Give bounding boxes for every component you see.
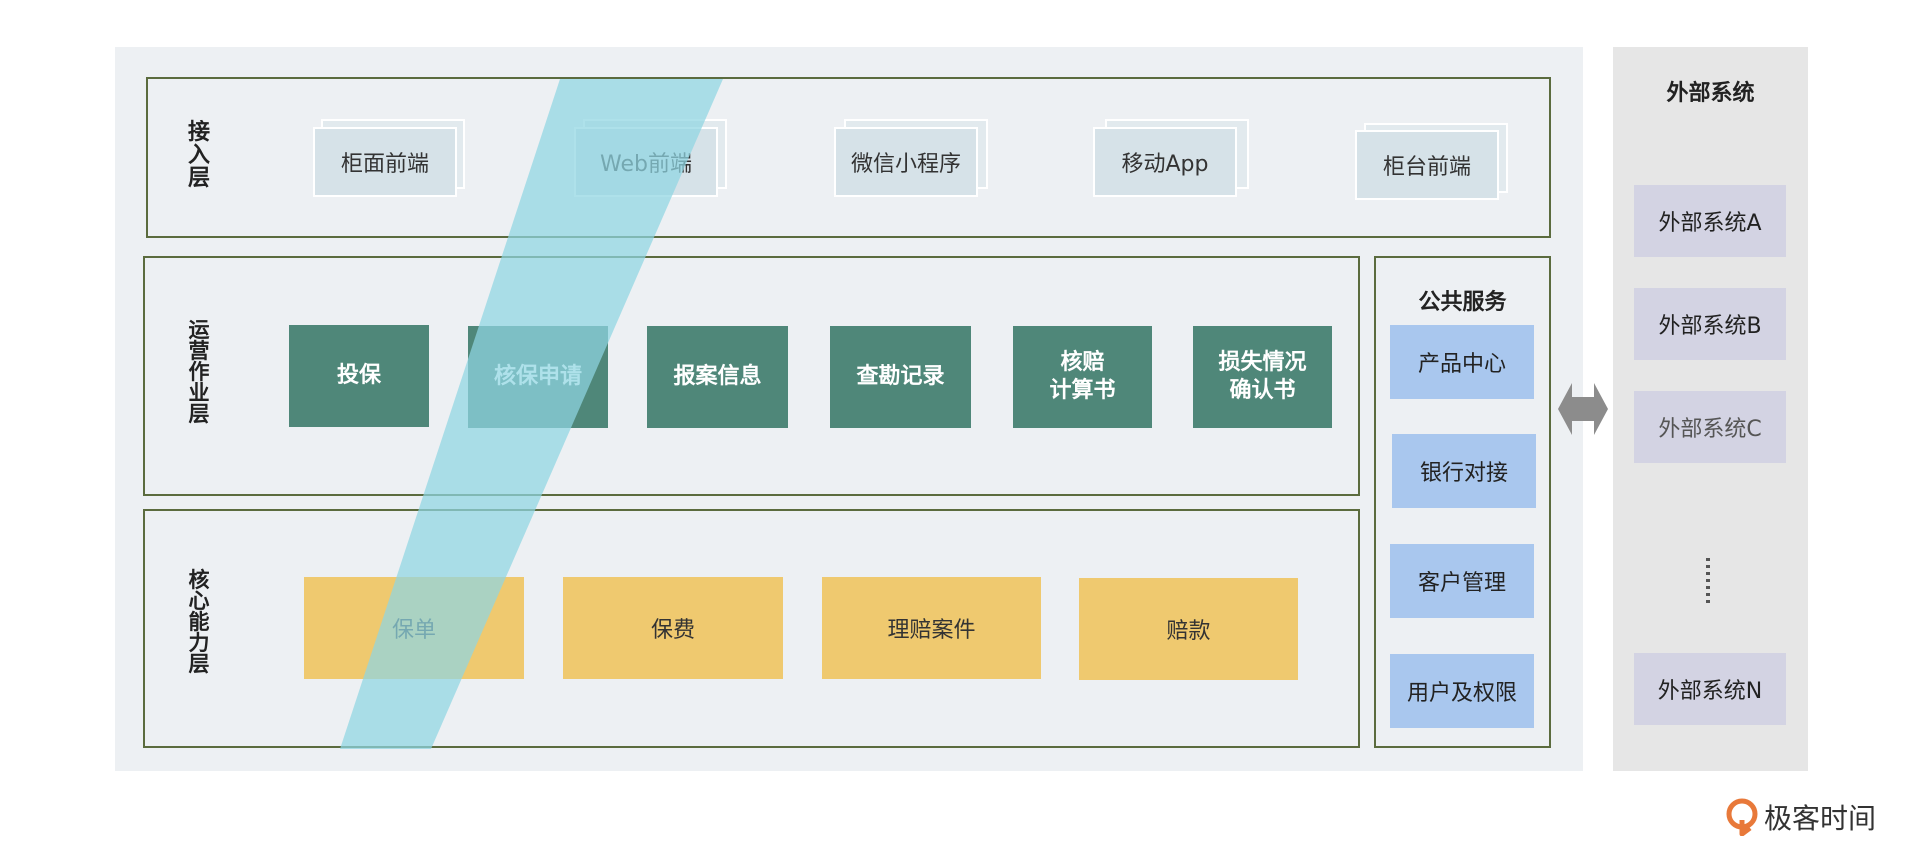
core-item-label: 赔款 [1166, 619, 1211, 644]
core-layer-text: 核心能力层 [188, 568, 210, 676]
ops-item-claim-report[interactable]: 报案信息 [647, 326, 788, 428]
service-label: 银行对接 [1419, 461, 1508, 486]
ops-layer-label: 运营作业层 [184, 320, 214, 425]
service-label: 用户及权限 [1406, 681, 1517, 706]
core-item-label: 保单 [391, 618, 436, 643]
external-system-label: 外部系统B [1658, 314, 1762, 339]
core-item-label: 保费 [650, 618, 695, 643]
external-system-label: 外部系统A [1658, 211, 1762, 236]
service-product-center[interactable]: 产品中心 [1390, 325, 1534, 399]
public-services-title: 公共服务 [1418, 290, 1507, 315]
access-item-web-frontend[interactable]: Web前端 [574, 127, 718, 197]
access-item-label: 柜面前端 [340, 152, 429, 177]
access-item-label: 柜台前端 [1382, 155, 1471, 180]
service-label: 产品中心 [1417, 352, 1506, 377]
access-item-mobile-app[interactable]: 移动App [1093, 127, 1237, 197]
ops-item-survey-record[interactable]: 查勘记录 [830, 326, 971, 428]
external-system-label: 外部系统N [1657, 679, 1763, 704]
ops-item-label: 投保 [336, 363, 381, 388]
access-item-counter-frontend[interactable]: 柜面前端 [313, 127, 457, 197]
external-systems-title: 外部系统 [1666, 81, 1755, 106]
external-system-n[interactable]: 外部系统N [1634, 653, 1786, 725]
ops-item-claim-calculation[interactable]: 核赔 计算书 [1013, 326, 1152, 428]
brand-logo: 极客时间 [1726, 797, 1892, 837]
ops-item-label-line: 损失情况 [1218, 350, 1307, 375]
brand-logo-text: 极客时间 [1764, 802, 1877, 835]
ops-item-label-line: 确认书 [1229, 378, 1296, 403]
ops-item-label: 查勘记录 [856, 364, 945, 389]
service-customer-management[interactable]: 客户管理 [1390, 544, 1534, 618]
core-item-payout[interactable]: 赔款 [1079, 578, 1298, 680]
service-user-permissions[interactable]: 用户及权限 [1390, 654, 1534, 728]
external-system-label: 外部系统C [1658, 417, 1762, 442]
external-system-a[interactable]: 外部系统A [1634, 185, 1786, 257]
ops-item-label-line: 计算书 [1049, 378, 1116, 403]
bidirectional-arrow-icon [1558, 383, 1608, 435]
core-item-premium[interactable]: 保费 [563, 577, 783, 679]
ops-item-label: 报案信息 [673, 364, 762, 389]
core-item-policy[interactable]: 保单 [304, 577, 524, 679]
access-item-label: 微信小程序 [850, 152, 961, 177]
access-item-teller-frontend[interactable]: 柜台前端 [1355, 130, 1499, 200]
ops-item-insure[interactable]: 投保 [289, 325, 429, 427]
ops-layer-text: 运营作业层 [188, 318, 210, 426]
ops-item-underwriting-request[interactable]: 核保申请 [468, 326, 608, 428]
access-layer-label: 接入层 [187, 120, 210, 191]
core-item-claim-case[interactable]: 理赔案件 [822, 577, 1041, 679]
service-bank-integration[interactable]: 银行对接 [1392, 434, 1536, 508]
vertical-ellipsis-icon [1706, 558, 1710, 604]
core-layer-label: 核心能力层 [184, 570, 214, 675]
ops-item-label-line: 核赔 [1060, 350, 1105, 375]
ops-item-label: 核保申请 [493, 364, 582, 389]
service-label: 客户管理 [1417, 571, 1506, 596]
core-item-label: 理赔案件 [887, 618, 976, 643]
brand-logo-icon [1726, 798, 1758, 836]
ops-item-loss-confirmation[interactable]: 损失情况 确认书 [1193, 326, 1332, 428]
external-system-c[interactable]: 外部系统C [1634, 391, 1786, 463]
access-item-wechat-miniprogram[interactable]: 微信小程序 [834, 127, 978, 197]
external-system-b[interactable]: 外部系统B [1634, 288, 1786, 360]
access-item-label: Web前端 [600, 152, 692, 177]
access-item-label: 移动App [1121, 152, 1209, 177]
